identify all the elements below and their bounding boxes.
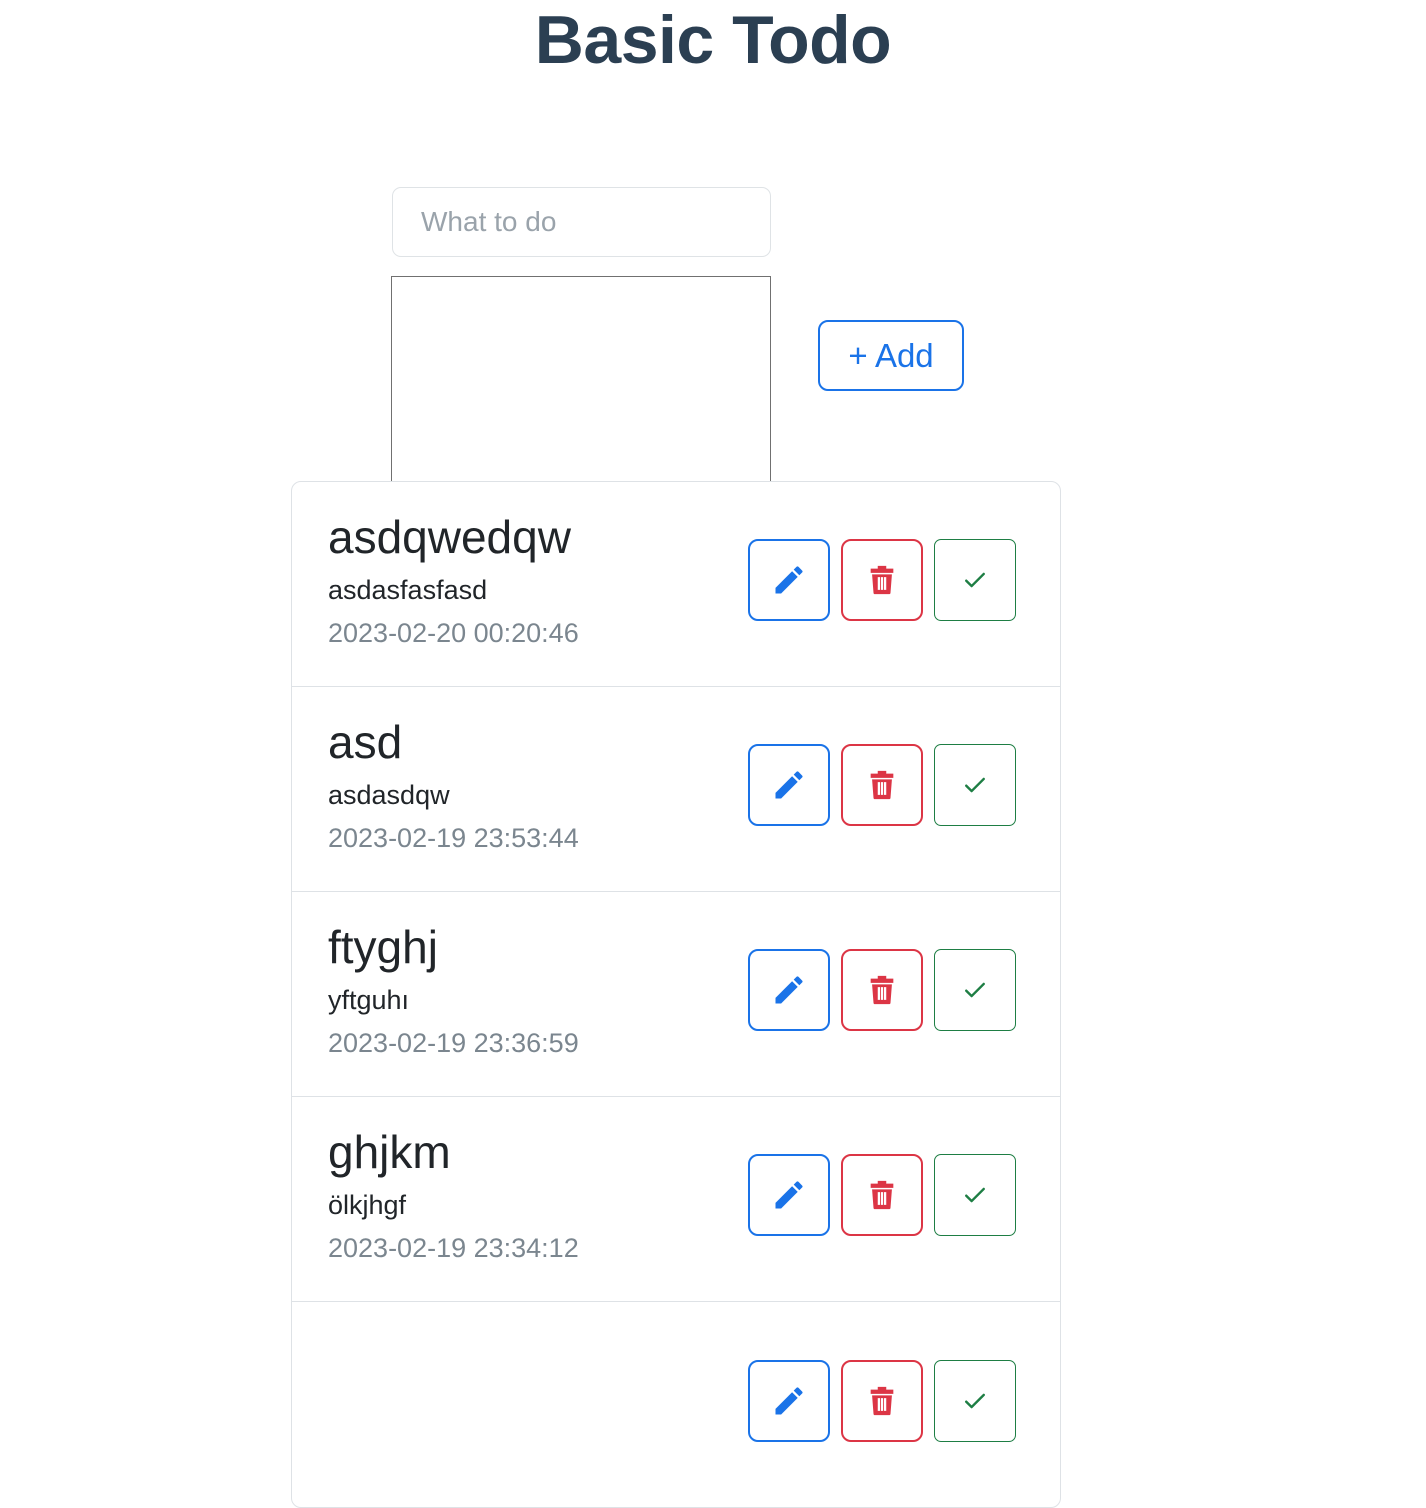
add-todo-button[interactable]: + Add: [818, 320, 964, 392]
todo-text-group: [328, 1397, 748, 1405]
todo-name: asd: [328, 715, 403, 768]
todo-date: 2023-02-19 23:53:44: [328, 823, 579, 854]
edit-todo-button[interactable]: [748, 1154, 830, 1236]
todo-actions: [748, 1154, 1016, 1236]
todo-date: 2023-02-19 23:34:12: [328, 1233, 579, 1264]
check-icon: [961, 771, 989, 799]
todo-list-item: ftyghj yftguhı 2023-02-19 23:36:59: [292, 892, 1060, 1097]
todo-text-group: ghjkm ölkjhgf 2023-02-19 23:34:12: [328, 1124, 748, 1266]
todo-list-item: asdqwedqw asdasfasfasd 2023-02-20 00:20:…: [292, 482, 1060, 687]
todo-list-item: ghjkm ölkjhgf 2023-02-19 23:34:12: [292, 1097, 1060, 1302]
todo-name: ftyghj: [328, 920, 438, 973]
todo-text-group: ftyghj yftguhı 2023-02-19 23:36:59: [328, 919, 748, 1061]
todo-text-group: asdqwedqw asdasfasfasd 2023-02-20 00:20:…: [328, 509, 748, 651]
trash-icon: [865, 768, 899, 802]
trash-icon: [865, 1178, 899, 1212]
delete-todo-button[interactable]: [841, 1359, 923, 1442]
todo-list-item: asd asdasdqw 2023-02-19 23:53:44: [292, 687, 1060, 892]
complete-todo-button[interactable]: [934, 949, 1016, 1031]
todo-list: asdqwedqw asdasfasfasd 2023-02-20 00:20:…: [291, 481, 1061, 1508]
pencil-icon: [771, 767, 807, 803]
todo-text-group: asd asdasdqw 2023-02-19 23:53:44: [328, 714, 748, 856]
edit-todo-button[interactable]: [748, 949, 830, 1031]
check-icon: [961, 1387, 989, 1415]
complete-todo-button[interactable]: [934, 1359, 1016, 1442]
todo-date: 2023-02-19 23:36:59: [328, 1028, 579, 1059]
check-icon: [961, 566, 989, 594]
todo-name: asdqwedqw: [328, 510, 571, 563]
todo-date: 2023-02-20 00:20:46: [328, 618, 579, 649]
delete-todo-button[interactable]: [841, 539, 923, 621]
edit-todo-button[interactable]: [748, 1359, 830, 1442]
todo-actions: [748, 539, 1016, 621]
trash-icon: [865, 563, 899, 597]
check-icon: [961, 976, 989, 1004]
delete-todo-button[interactable]: [841, 1154, 923, 1236]
trash-icon: [865, 973, 899, 1007]
complete-todo-button[interactable]: [934, 539, 1016, 621]
todo-actions: [748, 949, 1016, 1031]
pencil-icon: [771, 1383, 807, 1419]
compose-form: + Add: [0, 80, 1426, 525]
todo-description: yftguhı: [328, 984, 410, 1015]
check-icon: [961, 1181, 989, 1209]
pencil-icon: [771, 562, 807, 598]
todo-actions: [748, 744, 1016, 826]
todo-list-item: [292, 1302, 1060, 1507]
trash-icon: [865, 1384, 899, 1418]
page-title: Basic Todo: [534, 2, 892, 78]
delete-todo-button[interactable]: [841, 949, 923, 1031]
todo-title-input[interactable]: [392, 187, 771, 258]
pencil-icon: [771, 972, 807, 1008]
todo-actions: [748, 1359, 1016, 1442]
pencil-icon: [771, 1177, 807, 1213]
todo-name: ghjkm: [328, 1125, 451, 1178]
todo-description: asdasfasfasd: [328, 574, 488, 605]
todo-description: ölkjhgf: [328, 1189, 407, 1220]
complete-todo-button[interactable]: [934, 744, 1016, 826]
edit-todo-button[interactable]: [748, 744, 830, 826]
todo-description: asdasdqw: [328, 779, 450, 810]
complete-todo-button[interactable]: [934, 1154, 1016, 1236]
delete-todo-button[interactable]: [841, 744, 923, 826]
edit-todo-button[interactable]: [748, 539, 830, 621]
